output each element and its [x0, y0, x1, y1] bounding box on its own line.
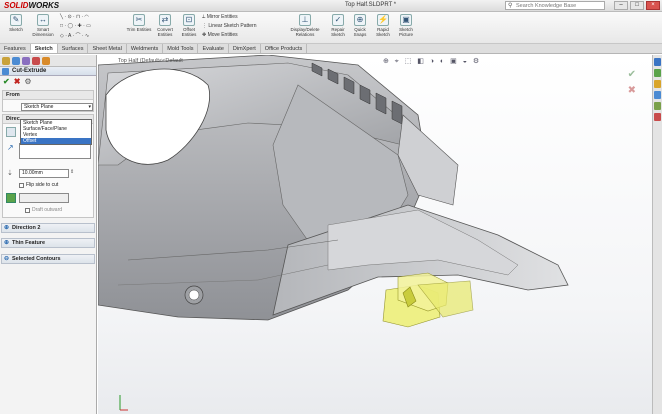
file-explorer-icon[interactable] [654, 80, 661, 88]
linear-sketch-pattern-button[interactable]: ⋮ Linear Sketch Pattern [202, 23, 256, 29]
cancel-button[interactable]: ✖ [14, 78, 21, 86]
rapid-sketch-button[interactable]: ⚡ Rapid Sketch [372, 14, 394, 37]
quick-snaps-button[interactable]: ⊕ Quick Snaps [350, 14, 370, 37]
tab-evaluate[interactable]: Evaluate [198, 44, 229, 53]
tab-mold-tools[interactable]: Mold Tools [163, 44, 199, 53]
dimxpert-manager-icon[interactable] [32, 57, 40, 65]
convert-icon: ⇄ [159, 14, 171, 26]
flip-side-checkbox[interactable]: Flip side to cut [19, 182, 58, 188]
tab-sheet-metal[interactable]: Sheet Metal [88, 44, 127, 53]
depth-icon: ⇣ [7, 170, 13, 177]
help-icon[interactable]: ⚙ [24, 78, 31, 86]
confirm-ok-icon[interactable]: ✔ [628, 69, 636, 80]
direction-selection-box[interactable] [19, 143, 91, 159]
property-manager-icon[interactable] [12, 57, 20, 65]
reverse-direction-icon[interactable]: ↗ [7, 144, 15, 152]
draft-outward-checkbox[interactable]: Draft outward [25, 207, 62, 213]
sketch-icon: ✎ [10, 14, 22, 26]
graphics-area[interactable]: Top Half (Default<<Default ⊕ ⌖ ⬚ ◧ ◑ ◐ ▣… [98, 55, 652, 414]
resources-icon[interactable] [654, 58, 661, 66]
sketch-picture-button[interactable]: ▣ Sketch Picture [395, 14, 417, 37]
trim-entities-button[interactable]: ✂ Trim Entities [126, 14, 152, 32]
tab-features[interactable]: Features [0, 44, 31, 53]
snap-icon: ⊕ [354, 14, 366, 26]
draft-angle-input[interactable] [19, 193, 69, 203]
solidworks-logo[interactable]: SOLIDWORKS [4, 1, 59, 10]
direction2-section[interactable]: ⊕ Direction 2 [1, 223, 95, 233]
cut-extrude-icon [2, 68, 9, 75]
relations-icon: ⊥ [299, 14, 311, 26]
maximize-button[interactable]: □ [630, 1, 644, 10]
convert-entities-button[interactable]: ⇄ Convert Entities [152, 14, 178, 37]
flip-side-box[interactable] [19, 182, 24, 188]
picture-icon: ▣ [400, 14, 412, 26]
tab-weldments[interactable]: Weldments [127, 44, 164, 53]
cut-preview [382, 272, 474, 328]
move-entities-button[interactable]: ✥ Move Entities [202, 32, 238, 38]
confirm-cancel-icon[interactable]: ✖ [628, 85, 636, 96]
search-input[interactable]: ⚲ Search Knowledge Base [505, 1, 605, 10]
from-option[interactable]: Offset [21, 138, 91, 144]
view-palette-icon[interactable] [654, 91, 661, 99]
line-tools[interactable]: ╲ · ⊙ · ⊓ · ◠ [60, 14, 89, 20]
rect-tools[interactable]: □ · ◯ · ✚ · ▭ [60, 23, 91, 29]
display-manager-icon[interactable] [42, 57, 50, 65]
offset-entities-button[interactable]: ⊡ Offset Entities [178, 14, 200, 37]
title-bar: SOLIDWORKS Top Half.SLDPRT * ⚲ Search Kn… [0, 0, 662, 12]
ok-button[interactable]: ✔ [3, 78, 10, 86]
window-controls: – □ × [614, 1, 660, 10]
tab-surfaces[interactable]: Surfaces [58, 44, 89, 53]
chevron-down-icon: ▾ [88, 104, 91, 110]
offset-icon: ⊡ [183, 14, 195, 26]
repair-icon: ✓ [332, 14, 344, 26]
custom-properties-icon[interactable] [654, 113, 661, 121]
configuration-manager-icon[interactable] [22, 57, 30, 65]
feature-title: Cut-Extrude [0, 67, 96, 76]
collapse-icon: ⊖ [4, 256, 10, 262]
smart-dimension-button[interactable]: ↔ Smart Dimension [30, 14, 56, 37]
from-dropdown-list[interactable]: Sketch Plane Surface/Face/Plane Vertex Offs… [20, 119, 92, 145]
from-group: From Sketch Plane ▾ [2, 90, 94, 112]
draft-icon[interactable] [6, 193, 16, 203]
thin-feature-section[interactable]: ⊕ Thin Feature [1, 238, 95, 248]
dimension-icon: ↔ [37, 14, 49, 26]
end-condition-icon[interactable] [6, 127, 16, 137]
close-button[interactable]: × [646, 1, 660, 10]
command-tabs: Features Sketch Surfaces Sheet Metal Weldmen… [0, 44, 662, 54]
heads-up-toolbar[interactable]: ⊕ ⌖ ⬚ ◧ ◑ ◐ ▣ ◒ ⚙ [383, 57, 481, 66]
task-pane [652, 55, 662, 414]
model-render[interactable] [98, 55, 652, 414]
feature-manager-icon[interactable] [2, 57, 10, 65]
trim-icon: ✂ [133, 14, 145, 26]
depth-input[interactable]: 10.00mm [19, 169, 69, 178]
expand-icon: ⊕ [4, 225, 10, 231]
display-delete-relations-button[interactable]: ⊥ Display/Delete Relations [285, 14, 325, 37]
rapid-sketch-icon: ⚡ [377, 14, 389, 26]
from-label: From [3, 91, 93, 100]
mirror-entities-button[interactable]: ⟂ Mirror Entities [202, 14, 238, 20]
document-title: Top Half.SLDPRT * [345, 2, 397, 8]
repair-sketch-button[interactable]: ✓ Repair Sketch [328, 14, 348, 37]
tab-office-products[interactable]: Office Products [261, 44, 308, 53]
draft-outward-box[interactable] [25, 207, 30, 213]
shape-tools[interactable]: ◇ · A · ⌒ · ∿ [60, 32, 89, 39]
action-row: ✔ ✖ ⚙ [0, 76, 96, 88]
command-manager: ✎ Sketch ↔ Smart Dimension ╲ · ⊙ · ⊓ · ◠ □… [0, 12, 662, 44]
selected-contours-section[interactable]: ⊖ Selected Contours [1, 254, 95, 264]
appearances-icon[interactable] [654, 102, 661, 110]
design-library-icon[interactable] [654, 69, 661, 77]
search-placeholder: Search Knowledge Base [516, 3, 577, 9]
expand-icon: ⊕ [4, 240, 10, 246]
from-select[interactable]: Sketch Plane ▾ [21, 103, 93, 111]
sketch-button[interactable]: ✎ Sketch [4, 14, 28, 32]
property-manager: Cut-Extrude ✔ ✖ ⚙ From Sketch Plane ▾ Ske… [0, 55, 97, 414]
triad-icon [119, 395, 128, 411]
minimize-button[interactable]: – [614, 1, 628, 10]
tab-dimxpert[interactable]: DimXpert [229, 44, 261, 53]
depth-spinner[interactable]: ⇕ [70, 169, 74, 175]
search-icon: ⚲ [508, 3, 513, 9]
manager-tabs [0, 55, 96, 67]
feature-tree-flyout[interactable]: Top Half (Default<<Default [118, 58, 183, 64]
tab-sketch[interactable]: Sketch [30, 44, 58, 53]
